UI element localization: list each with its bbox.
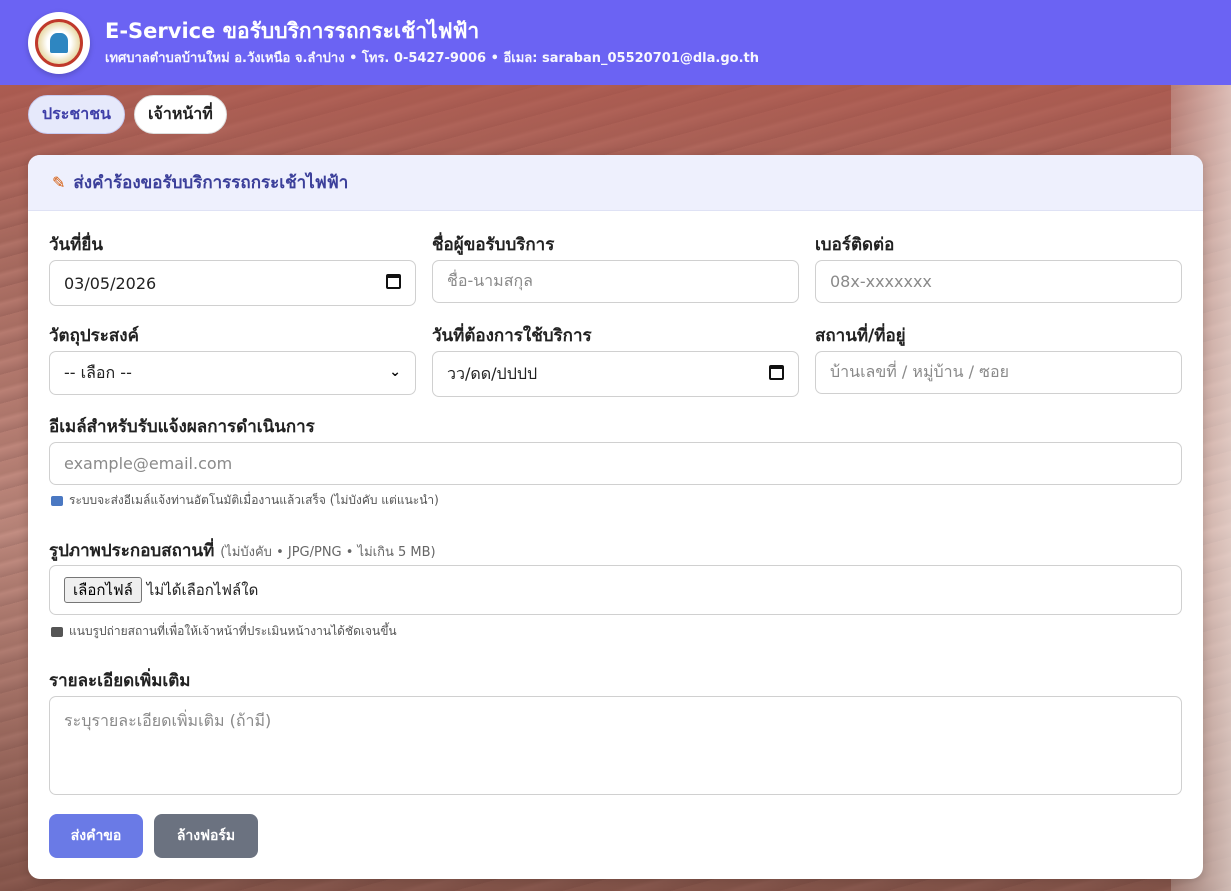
email-input[interactable]: example@email.com: [49, 442, 1182, 485]
photo-label: รูปภาพประกอบสถานที่ (ไม่บังคับ • JPG/PNG…: [49, 537, 436, 564]
requester-name-label: ชื่อผู้ขอรับบริการ: [432, 235, 555, 255]
request-date-input[interactable]: 03/05/2026: [49, 260, 416, 306]
service-date-value: วว/ดด/ปปปป: [447, 363, 538, 383]
camera-icon: [51, 626, 63, 637]
calendar-icon[interactable]: [386, 274, 401, 289]
reset-button[interactable]: ล้างฟอร์ม: [154, 814, 258, 858]
location-input[interactable]: บ้านเลขที่ / หมู่บ้าน / ซอย: [815, 351, 1182, 394]
submit-button[interactable]: ส่งคำขอ: [49, 814, 143, 858]
tab-citizen[interactable]: ประชาชน: [28, 95, 125, 134]
email-hint: ระบบจะส่งอีเมล์แจ้งท่านอัตโนมัติเมื่องาน…: [51, 491, 439, 510]
logo-emblem-icon: [35, 18, 83, 67]
location-label: สถานที่/ที่อยู่: [815, 326, 906, 346]
purpose-label: วัตถุประสงค์: [49, 326, 139, 346]
email-hint-text: ระบบจะส่งอีเมล์แจ้งท่านอัตโนมัติเมื่องาน…: [69, 493, 439, 507]
role-tabs: ประชาชน เจ้าหน้าที่: [28, 95, 227, 134]
service-date-label: วันที่ต้องการใช้บริการ: [432, 326, 592, 346]
memo-icon: ✎: [52, 173, 66, 192]
form-header: ✎ ส่งคำร้องขอรับบริการรถกระเช้าไฟฟ้า: [28, 155, 1203, 211]
photo-file-input[interactable]: เลือกไฟล์ ไม่ได้เลือกไฟล์ใด: [49, 565, 1182, 615]
municipality-logo: [28, 11, 90, 74]
info-icon: [51, 495, 63, 506]
tab-staff[interactable]: เจ้าหน้าที่: [133, 95, 227, 134]
photo-note: (ไม่บังคับ • JPG/PNG • ไม่เกิน 5 MB): [220, 545, 436, 560]
phone-label: เบอร์ติดต่อ: [815, 235, 895, 255]
request-date-value: 03/05/2026: [64, 273, 157, 293]
details-label: รายละเอียดเพิ่มเติม: [49, 671, 191, 691]
app-subtitle: เทศบาลตำบลบ้านใหม่ อ.วังเหนือ จ.ลำปาง • …: [105, 50, 759, 66]
request-form-card: ✎ ส่งคำร้องขอรับบริการรถกระเช้าไฟฟ้า วัน…: [28, 155, 1203, 879]
photo-label-text: รูปภาพประกอบสถานที่: [49, 541, 215, 561]
calendar-icon[interactable]: [769, 365, 784, 380]
form-title: ส่งคำร้องขอรับบริการรถกระเช้าไฟฟ้า: [73, 173, 349, 193]
requester-name-input[interactable]: ชื่อ-นามสกุล: [432, 260, 799, 303]
chevron-down-icon: ⌄: [389, 364, 401, 380]
purpose-select[interactable]: -- เลือก -- ⌄: [49, 351, 416, 395]
purpose-selected-value: -- เลือก --: [64, 362, 132, 382]
details-textarea[interactable]: ระบุรายละเอียดเพิ่มเติม (ถ้ามี): [49, 696, 1182, 795]
app-title: E-Service ขอรับบริการรถกระเช้าไฟฟ้า: [105, 18, 480, 43]
photo-hint-text: แนบรูปถ่ายสถานที่เพื่อให้เจ้าหน้าที่ประเ…: [69, 624, 397, 638]
choose-file-button[interactable]: เลือกไฟล์: [64, 577, 142, 603]
service-date-input[interactable]: วว/ดด/ปปปป: [432, 351, 799, 397]
email-label: อีเมล์สำหรับรับแจ้งผลการดำเนินการ: [49, 417, 315, 437]
file-status: ไม่ได้เลือกไฟล์ใด: [146, 581, 259, 599]
phone-input[interactable]: 08x-xxxxxxx: [815, 260, 1182, 303]
page-header: E-Service ขอรับบริการรถกระเช้าไฟฟ้า เทศบ…: [0, 0, 1231, 85]
photo-hint: แนบรูปถ่ายสถานที่เพื่อให้เจ้าหน้าที่ประเ…: [51, 622, 397, 641]
request-date-label: วันที่ยื่น: [49, 235, 103, 255]
